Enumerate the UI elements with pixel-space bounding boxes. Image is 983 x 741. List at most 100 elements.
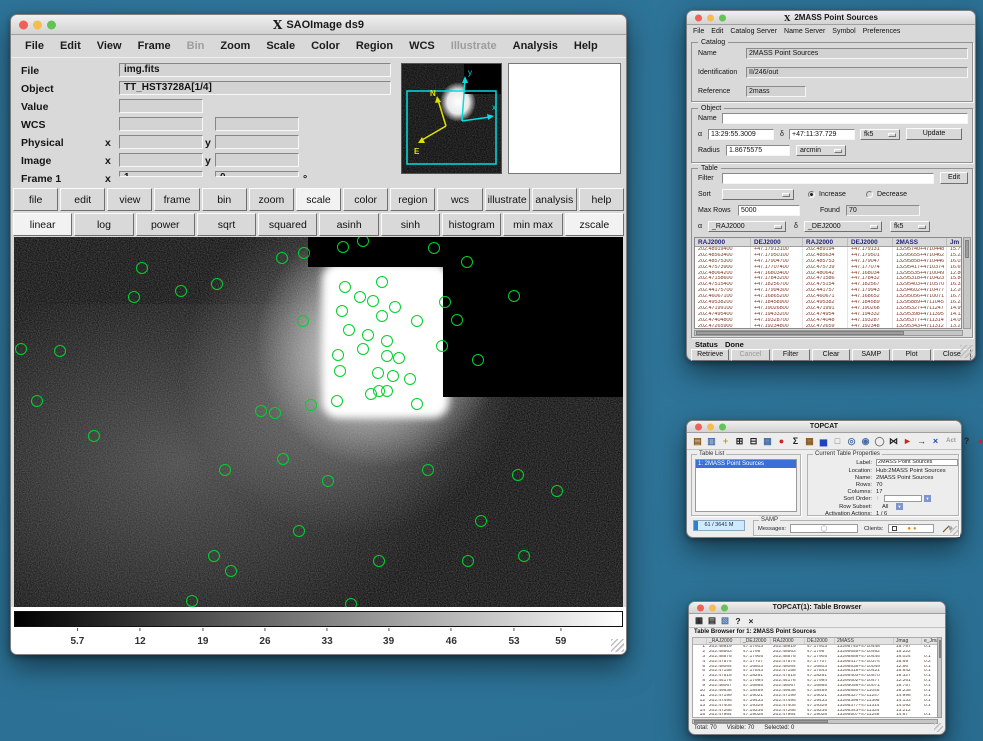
close-button[interactable]: [19, 20, 28, 29]
column-header[interactable]: Jm: [947, 238, 962, 246]
discard-table-icon[interactable]: ×: [929, 435, 942, 448]
combo-arrow-icon[interactable]: ▼: [924, 495, 931, 502]
sort-order-combo[interactable]: [884, 495, 922, 502]
catalog-source-marker[interactable]: [411, 315, 423, 327]
dialog-button[interactable]: Filter: [772, 349, 810, 361]
match-tables-icon[interactable]: ⋈: [887, 435, 900, 448]
sort-up-icon[interactable]: ↑: [876, 495, 879, 503]
close-button[interactable]: [695, 14, 702, 21]
ds9-titlebar[interactable]: XSAOImage ds9: [11, 15, 626, 35]
save-table-icon[interactable]: ▥: [705, 435, 718, 448]
tab-button[interactable]: edit: [60, 188, 105, 211]
table-row[interactable]: 15202.4796447.19028202.4796447.190281329…: [693, 713, 941, 718]
catalog-source-marker[interactable]: [128, 291, 140, 303]
catalog-source-marker[interactable]: [211, 278, 223, 290]
minimize-button[interactable]: [707, 423, 714, 430]
update-button[interactable]: Update: [906, 128, 962, 140]
close-button[interactable]: [697, 604, 704, 611]
catalog-source-marker[interactable]: [334, 365, 346, 377]
topcat-titlebar[interactable]: TOPCAT: [687, 421, 961, 433]
column-header[interactable]: 2MASS: [893, 238, 947, 246]
menu-item[interactable]: File: [17, 40, 52, 52]
catalog-source-marker[interactable]: [472, 354, 484, 366]
resize-grip[interactable]: [611, 639, 624, 652]
catalog-source-marker[interactable]: [305, 399, 317, 411]
import-vo-icon[interactable]: +: [719, 435, 732, 448]
catalog-source-marker[interactable]: [381, 385, 393, 397]
zoom-button[interactable]: [719, 14, 726, 21]
column-header[interactable]: 2MASS: [835, 638, 894, 644]
tab-button[interactable]: analysis: [532, 188, 577, 211]
open-table-icon[interactable]: ▤: [691, 435, 704, 448]
catalog-source-marker[interactable]: [186, 595, 198, 607]
statistics-icon[interactable]: Σ: [789, 435, 802, 448]
catalog-source-marker[interactable]: [439, 296, 451, 308]
scale-button[interactable]: sqrt: [197, 213, 256, 236]
ra-column-combo[interactable]: _RAJ2000: [708, 221, 786, 232]
catalog-source-marker[interactable]: [293, 525, 305, 537]
activation-window-icon[interactable]: Act: [943, 435, 959, 448]
object-name-input[interactable]: [722, 113, 968, 124]
dialog-button[interactable]: Retrieve: [691, 349, 729, 361]
catalog-source-marker[interactable]: [343, 324, 355, 336]
menu-item[interactable]: Symbol: [832, 28, 855, 35]
catalog-source-marker[interactable]: [362, 329, 374, 341]
catalog-source-marker[interactable]: [269, 407, 281, 419]
scale-button[interactable]: log: [74, 213, 133, 236]
menu-item[interactable]: Help: [566, 40, 606, 52]
catalog-source-marker[interactable]: [339, 281, 351, 293]
catalog-source-marker[interactable]: [422, 464, 434, 476]
menu-item[interactable]: File: [693, 28, 704, 35]
menu-item[interactable]: Preferences: [863, 28, 901, 35]
catalog-titlebar[interactable]: X2MASS Point Sources: [687, 11, 975, 25]
tab-button[interactable]: view: [107, 188, 152, 211]
column-arrangement-icon[interactable]: ▦: [693, 615, 705, 627]
catalog-source-marker[interactable]: [508, 290, 520, 302]
minimize-button[interactable]: [709, 604, 716, 611]
max-rows-input[interactable]: 5000: [738, 205, 800, 216]
ra-input[interactable]: 13:29:55.3009: [708, 129, 774, 140]
menu-item[interactable]: Scale: [258, 40, 303, 52]
catalog-source-marker[interactable]: [336, 305, 348, 317]
close-icon[interactable]: ×: [745, 615, 757, 627]
catalog-source-marker[interactable]: [331, 395, 343, 407]
image-canvas[interactable]: [14, 237, 623, 607]
catalog-source-marker[interactable]: [376, 310, 388, 322]
catalog-source-marker[interactable]: [372, 367, 384, 379]
help-icon[interactable]: ?: [960, 435, 973, 448]
broadcast-table-icon[interactable]: ►: [901, 435, 914, 448]
help-icon[interactable]: ?: [732, 615, 744, 627]
catalog-source-marker[interactable]: [357, 343, 369, 355]
column-header[interactable]: _RAJ2000: [707, 638, 741, 644]
catalog-source-marker[interactable]: [88, 430, 100, 442]
column-header[interactable]: RAJ2000: [695, 238, 751, 246]
catalog-source-marker[interactable]: [332, 349, 344, 361]
catalog-source-marker[interactable]: [337, 241, 349, 253]
sort-increase-radio[interactable]: [808, 191, 815, 198]
dialog-button[interactable]: Clear: [812, 349, 850, 361]
catalog-source-marker[interactable]: [518, 550, 530, 562]
radius-input[interactable]: 1.8675575: [726, 145, 790, 156]
resize-grip[interactable]: [934, 723, 943, 732]
catalog-source-marker[interactable]: [297, 315, 309, 327]
sphere-plot-icon[interactable]: ◉: [859, 435, 872, 448]
edit-button[interactable]: Edit: [940, 172, 968, 184]
sort-decrease-radio[interactable]: [866, 191, 873, 198]
column-header[interactable]: DEJ2000: [848, 238, 893, 246]
dialog-button[interactable]: Cancel: [731, 349, 769, 361]
catalog-source-marker[interactable]: [381, 335, 393, 347]
catalog-source-marker[interactable]: [255, 405, 267, 417]
scale-button[interactable]: zscale: [565, 213, 624, 236]
catalog-source-marker[interactable]: [175, 285, 187, 297]
catalog-source-marker[interactable]: [512, 469, 524, 481]
zoom-button[interactable]: [47, 20, 56, 29]
zoom-button[interactable]: [721, 604, 728, 611]
sort-column-combo[interactable]: [722, 189, 794, 200]
histogram-plot-icon[interactable]: ▅: [817, 435, 830, 448]
catalog-source-marker[interactable]: [345, 598, 357, 607]
menu-item[interactable]: Color: [303, 40, 348, 52]
menu-item[interactable]: Name Server: [784, 28, 825, 35]
catalog-source-marker[interactable]: [15, 343, 27, 355]
table-list-item[interactable]: 1: 2MASS Point Sources: [696, 460, 796, 468]
colorbar-gradient[interactable]: [14, 611, 623, 627]
